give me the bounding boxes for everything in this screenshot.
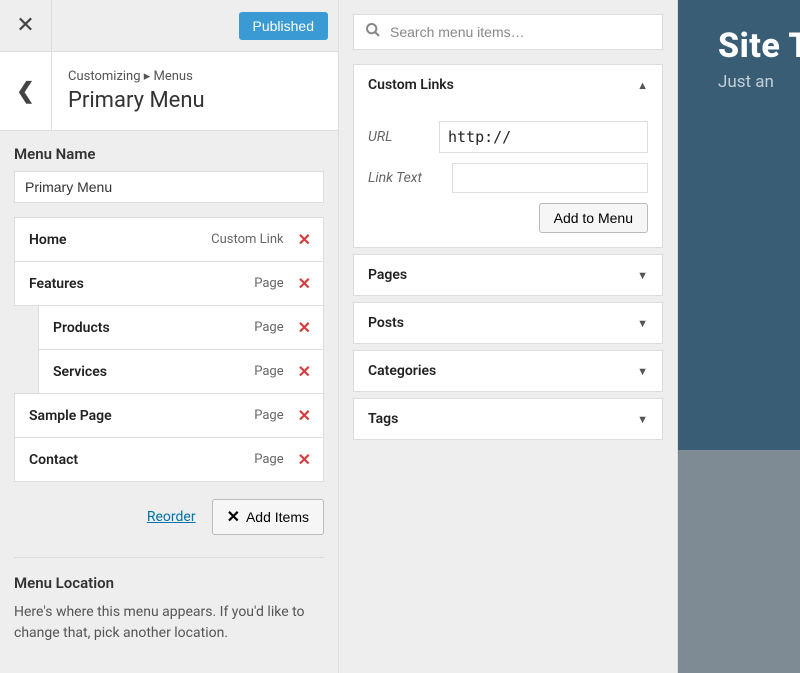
menu-item[interactable]: Products Page ✕: [38, 305, 324, 350]
chevron-up-icon: ▲: [637, 79, 648, 92]
menu-item-type: Page: [254, 452, 283, 467]
accordion-categories: Categories ▼: [353, 350, 663, 392]
divider: [14, 557, 324, 558]
menu-items-list: Home Custom Link ✕ Features Page ✕ Produ…: [14, 217, 324, 482]
customizer-panel: ✕ Published ❮ Customizing ▸ Menus Primar…: [0, 0, 339, 673]
accordion-custom-links: Custom Links ▲ URL Link Text Add to Menu: [353, 64, 663, 248]
accordion-header[interactable]: Categories ▼: [354, 351, 662, 391]
link-text-label: Link Text: [368, 170, 452, 186]
accordion-header[interactable]: Tags ▼: [354, 399, 662, 439]
page-title: Primary Menu: [68, 88, 205, 113]
site-title: Site T: [718, 26, 800, 66]
menu-location-help: Here's where this menu appears. If you'd…: [14, 602, 324, 644]
menu-item-type: Custom Link: [211, 232, 283, 247]
remove-icon[interactable]: ✕: [298, 230, 311, 249]
publish-status-button[interactable]: Published: [239, 12, 329, 40]
add-items-label: Add Items: [246, 509, 309, 525]
menu-item[interactable]: Sample Page Page ✕: [14, 393, 324, 438]
accordion-label: Posts: [368, 315, 404, 331]
accordion-label: Pages: [368, 267, 407, 283]
menu-item[interactable]: Services Page ✕: [38, 349, 324, 394]
link-text-input[interactable]: [452, 163, 648, 193]
menu-location-heading: Menu Location: [14, 574, 324, 592]
site-tagline: Just an: [718, 72, 800, 92]
breadcrumb: Customizing ▸ Menus: [68, 69, 205, 84]
menu-item-title: Services: [53, 364, 254, 380]
accordion-posts: Posts ▼: [353, 302, 663, 344]
accordion-body: URL Link Text Add to Menu: [354, 105, 662, 247]
reorder-link[interactable]: Reorder: [147, 509, 196, 525]
menu-item-title: Sample Page: [29, 408, 254, 424]
close-icon: ✕: [227, 507, 240, 527]
menu-item-title: Contact: [29, 452, 254, 468]
menu-item-title: Products: [53, 320, 254, 336]
accordion-pages: Pages ▼: [353, 254, 663, 296]
menu-name-input[interactable]: [14, 171, 324, 203]
preview-header: Site T Just an: [718, 26, 800, 92]
menu-name-label: Menu Name: [14, 145, 324, 163]
menu-item-type: Page: [254, 320, 283, 335]
chevron-down-icon: ▼: [637, 365, 648, 378]
add-items-button[interactable]: ✕ Add Items: [212, 499, 324, 535]
menu-item-type: Page: [254, 408, 283, 423]
add-to-menu-row: Add to Menu: [368, 203, 648, 233]
chevron-down-icon: ▼: [637, 413, 648, 426]
actions-row: Reorder ✕ Add Items: [14, 499, 324, 535]
preview-content-area: [678, 450, 800, 673]
search-icon: [365, 22, 381, 42]
url-row: URL: [368, 121, 648, 153]
remove-icon[interactable]: ✕: [298, 450, 311, 469]
menu-item[interactable]: Home Custom Link ✕: [14, 217, 324, 262]
panel-body: Menu Name Home Custom Link ✕ Features Pa…: [0, 131, 338, 658]
top-bar: ✕ Published: [0, 0, 338, 52]
add-items-panel: Custom Links ▲ URL Link Text Add to Menu…: [339, 0, 678, 673]
chevron-down-icon: ▼: [637, 269, 648, 282]
accordion-label: Custom Links: [368, 77, 454, 93]
menu-item-type: Page: [254, 276, 283, 291]
remove-icon[interactable]: ✕: [298, 362, 311, 381]
close-button[interactable]: ✕: [0, 0, 52, 52]
remove-icon[interactable]: ✕: [298, 318, 311, 337]
accordion-label: Categories: [368, 363, 436, 379]
menu-item[interactable]: Features Page ✕: [14, 261, 324, 306]
remove-icon[interactable]: ✕: [298, 406, 311, 425]
back-button[interactable]: ❮: [0, 52, 52, 130]
chevron-down-icon: ▼: [637, 317, 648, 330]
menu-item-title: Home: [29, 232, 211, 248]
remove-icon[interactable]: ✕: [298, 274, 311, 293]
menu-item[interactable]: Contact Page ✕: [14, 437, 324, 482]
add-to-menu-button[interactable]: Add to Menu: [539, 203, 648, 233]
url-input[interactable]: [439, 121, 648, 153]
url-label: URL: [368, 129, 439, 145]
menu-item-title: Features: [29, 276, 254, 292]
search-wrap: [353, 14, 663, 50]
close-icon: ✕: [16, 13, 34, 38]
accordion-header[interactable]: Custom Links ▲: [354, 65, 662, 105]
menu-item-type: Page: [254, 364, 283, 379]
accordion-header[interactable]: Pages ▼: [354, 255, 662, 295]
search-input[interactable]: [353, 14, 663, 50]
site-preview: Site T Just an: [678, 0, 800, 673]
accordion-label: Tags: [368, 411, 398, 427]
section-header: ❮ Customizing ▸ Menus Primary Menu: [0, 52, 338, 131]
chevron-left-icon: ❮: [16, 79, 34, 104]
accordion-header[interactable]: Posts ▼: [354, 303, 662, 343]
link-text-row: Link Text: [368, 163, 648, 193]
section-header-titles: Customizing ▸ Menus Primary Menu: [52, 57, 221, 125]
accordion-tags: Tags ▼: [353, 398, 663, 440]
